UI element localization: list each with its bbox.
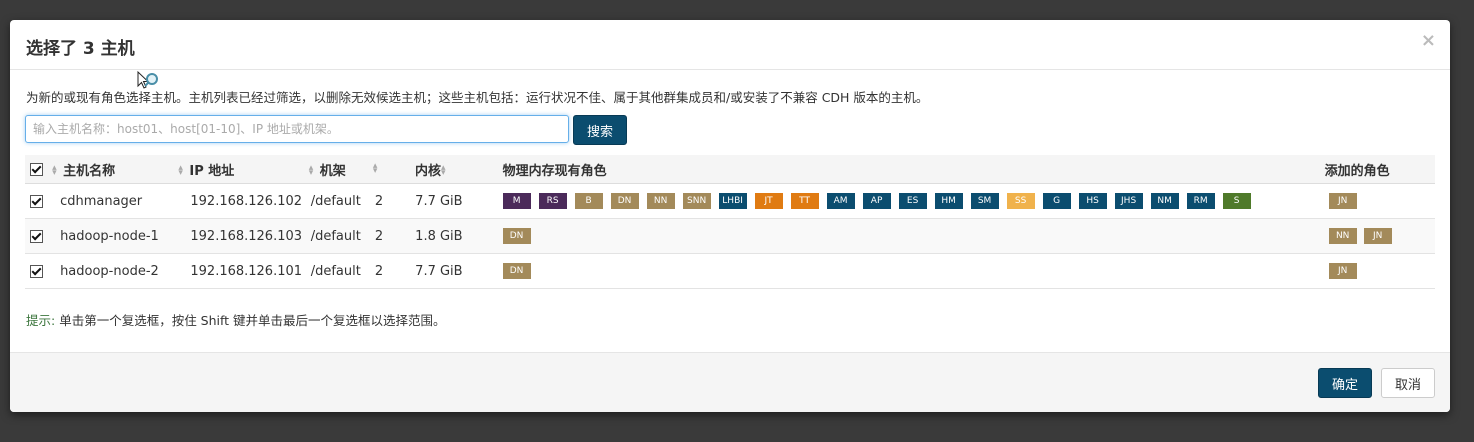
role-badge-tt: TT	[790, 193, 819, 209]
table-header-row: 主机名称 IP 地址 机架 内核 物理内存现有角色 添加的角色	[25, 155, 1435, 184]
host-name-cell: hadoop-node-1	[52, 218, 179, 254]
sort-icon	[178, 166, 186, 176]
added-role-badge-jn[interactable]: JN	[1363, 228, 1392, 244]
column-header-rack-label: 机架	[319, 163, 346, 179]
column-header-ip-label: IP 地址	[189, 163, 235, 179]
added-role-badge-jn[interactable]: JN	[1328, 193, 1357, 209]
hosts-table: 主机名称 IP 地址 机架 内核 物理内存现有角色 添加的角色	[25, 155, 1435, 289]
role-badge-s: S	[1222, 193, 1251, 209]
select-all-header	[25, 155, 53, 184]
column-header-existing-roles: 物理内存现有角色	[502, 155, 1325, 184]
role-badge-g: G	[1042, 193, 1071, 209]
column-header-cores[interactable]	[372, 155, 415, 184]
row-checkbox-cell	[25, 253, 53, 289]
table-row[interactable]: cdhmanager 192.168.126.102/default 2 7.7 Gi…	[25, 183, 1435, 219]
role-badge-rm: RM	[1186, 193, 1215, 209]
role-badge-dn: DN	[502, 228, 531, 244]
role-badge-dn: DN	[502, 263, 531, 279]
host-rack-cell: /default	[308, 218, 373, 254]
sort-icon	[441, 166, 449, 176]
existing-roles-cell: M RS B DN NN SNN LHBI JT TT AM AP ES HM SM SS G HS JHS NM R…	[502, 183, 1325, 219]
role-badge-am: AM	[826, 193, 855, 209]
role-badge-lhbi: LHBI	[718, 193, 747, 209]
hint-body: 单击第一个复选框，按住 Shift 键并单击最后一个复选框以选择范围。	[55, 313, 446, 328]
added-roles-cell: JN	[1324, 183, 1435, 219]
role-badge-hm: HM	[934, 193, 963, 209]
host-search-input[interactable]	[25, 115, 569, 143]
select-all-checkbox[interactable]	[30, 162, 43, 176]
host-cores-cell: 2	[372, 253, 415, 289]
column-header-cores-label: 内核	[414, 163, 441, 179]
role-badge-es: ES	[898, 193, 927, 209]
role-badge-hs: HS	[1078, 193, 1107, 209]
added-roles-cell: JN	[1324, 253, 1435, 289]
cancel-button[interactable]: 取消	[1381, 368, 1435, 398]
column-header-added-roles: 添加的角色	[1324, 155, 1435, 184]
host-name-cell: cdhmanager	[52, 183, 179, 219]
hint-label: 提示:	[26, 313, 56, 328]
existing-roles-cell: DN	[502, 253, 1325, 289]
table-row[interactable]: hadoop-node-2 192.168.126.101/default 2 7.7…	[25, 253, 1435, 289]
row-checkbox[interactable]	[30, 229, 43, 243]
host-name-cell: hadoop-node-2	[52, 253, 179, 289]
host-ip-cell: 192.168.126.103	[178, 218, 309, 254]
role-badge-snn: SNN	[682, 193, 711, 209]
added-role-badge-jn[interactable]: JN	[1328, 263, 1357, 279]
added-role-badge-nn[interactable]: NN	[1328, 228, 1357, 244]
dialog-header: 选择了 3 主机 ×	[10, 20, 1450, 70]
row-checkbox-cell	[25, 183, 53, 219]
role-badge-jhs: JHS	[1114, 193, 1143, 209]
host-rack-cell: /default	[308, 253, 373, 289]
host-memory-cell: 7.7 GiB	[414, 183, 503, 219]
dialog-footer: 确定 取消	[10, 352, 1450, 412]
search-button[interactable]: 搜索	[573, 115, 627, 145]
close-icon[interactable]: ×	[1421, 30, 1436, 52]
role-badge-m: M	[502, 193, 531, 209]
row-checkbox[interactable]	[30, 264, 43, 278]
existing-roles-cell: DN	[502, 218, 1325, 254]
row-checkbox[interactable]	[30, 194, 43, 208]
column-header-memory[interactable]: 内核	[414, 155, 503, 184]
column-header-memory-label: 物理内存	[502, 163, 555, 179]
dialog-title: 选择了 3 主机	[26, 39, 135, 59]
column-header-rack[interactable]: 机架	[308, 155, 373, 184]
column-header-added-roles-label: 添加的角色	[1324, 163, 1390, 179]
row-checkbox-cell	[25, 218, 53, 254]
column-header-existing-roles-label: 现有角色	[554, 163, 607, 179]
hosts-table-body: cdhmanager 192.168.126.102/default 2 7.7 Gi…	[25, 183, 1435, 289]
host-rack-cell: /default	[308, 183, 373, 219]
column-header-name-label: 主机名称	[63, 163, 116, 179]
host-memory-cell: 1.8 GiB	[414, 218, 503, 254]
role-badge-sm: SM	[970, 193, 999, 209]
role-badge-b: B	[574, 193, 603, 209]
host-memory-cell: 7.7 GiB	[414, 253, 503, 289]
role-badge-jt: JT	[754, 193, 783, 209]
role-badge-dn: DN	[610, 193, 639, 209]
table-row[interactable]: hadoop-node-1 192.168.126.103/default 2 1.8…	[25, 218, 1435, 254]
sort-icon	[373, 164, 381, 174]
ok-button[interactable]: 确定	[1318, 368, 1372, 398]
select-hosts-dialog: 选择了 3 主机 × 为新的或现有角色选择主机。主机列表已经过筛选，以删除无效候…	[10, 20, 1450, 412]
host-ip-cell: 192.168.126.101	[178, 253, 309, 289]
host-ip-cell: 192.168.126.102	[178, 183, 309, 219]
sort-icon	[309, 166, 317, 176]
added-roles-cell: NN JN	[1324, 218, 1435, 254]
host-cores-cell: 2	[372, 218, 415, 254]
role-badge-nn: NN	[646, 193, 675, 209]
role-badge-nm: NM	[1150, 193, 1179, 209]
host-cores-cell: 2	[372, 183, 415, 219]
magnifier-cursor-icon	[137, 70, 158, 89]
role-badge-ss: SS	[1006, 193, 1035, 209]
role-badge-rs: RS	[538, 193, 567, 209]
column-header-ip[interactable]: IP 地址	[178, 155, 309, 184]
column-header-name[interactable]: 主机名称	[52, 155, 179, 184]
sort-icon	[52, 166, 60, 176]
role-badge-ap: AP	[862, 193, 891, 209]
hint-text: 提示: 单击第一个复选框，按住 Shift 键并单击最后一个复选框以选择范围。	[26, 310, 446, 329]
